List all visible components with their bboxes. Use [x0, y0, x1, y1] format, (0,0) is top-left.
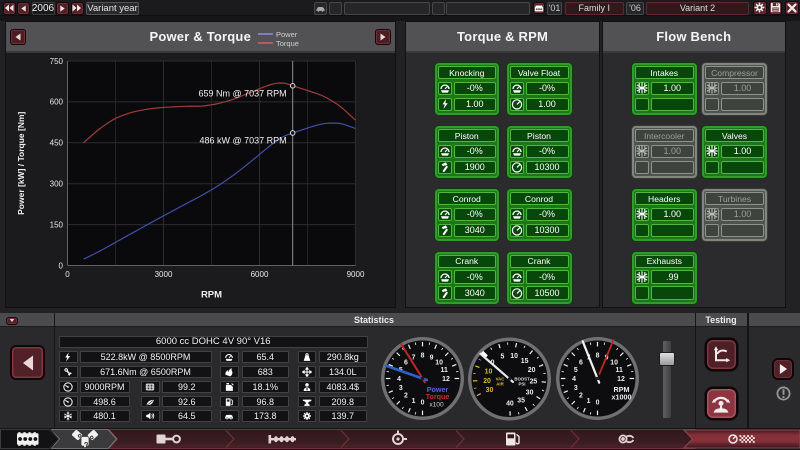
svg-text:8: 8 — [596, 353, 600, 360]
svg-text:11: 11 — [616, 367, 623, 374]
svg-text:10: 10 — [510, 353, 518, 360]
svg-text:9: 9 — [430, 354, 434, 361]
svg-text:10: 10 — [610, 359, 618, 366]
svg-text:10: 10 — [485, 369, 493, 376]
svg-text:x100: x100 — [429, 401, 444, 408]
svg-text:6: 6 — [579, 359, 583, 366]
svg-text:30: 30 — [486, 387, 494, 394]
svg-text:5: 5 — [501, 354, 505, 361]
svg-text:2: 2 — [579, 393, 583, 400]
svg-text:11: 11 — [441, 367, 448, 374]
svg-text:3: 3 — [399, 385, 403, 392]
svg-text:5: 5 — [574, 367, 578, 374]
svg-text:20: 20 — [528, 367, 536, 374]
svg-text:3: 3 — [574, 385, 578, 392]
svg-text:10: 10 — [435, 359, 443, 366]
svg-text:35: 35 — [517, 398, 525, 405]
svg-text:Torque: Torque — [426, 392, 450, 401]
svg-text:6: 6 — [404, 359, 408, 366]
svg-text:8: 8 — [421, 353, 425, 360]
svg-text:30: 30 — [526, 390, 534, 397]
svg-text:40: 40 — [506, 401, 514, 408]
svg-text:15: 15 — [521, 358, 529, 365]
svg-text:AIR: AIR — [496, 382, 504, 387]
svg-text:2: 2 — [404, 393, 408, 400]
svg-text:12: 12 — [617, 376, 625, 383]
svg-text:x1000: x1000 — [612, 392, 632, 401]
svg-text:4: 4 — [397, 376, 401, 383]
svg-text:PSI: PSI — [519, 382, 526, 387]
svg-text:25: 25 — [530, 379, 538, 386]
svg-text:0: 0 — [596, 400, 600, 407]
svg-text:4: 4 — [572, 376, 576, 383]
svg-text:1: 1 — [412, 398, 416, 405]
svg-text:20: 20 — [483, 378, 491, 385]
svg-text:12: 12 — [442, 376, 450, 383]
svg-text:0: 0 — [421, 400, 425, 407]
svg-text:1: 1 — [587, 398, 591, 405]
